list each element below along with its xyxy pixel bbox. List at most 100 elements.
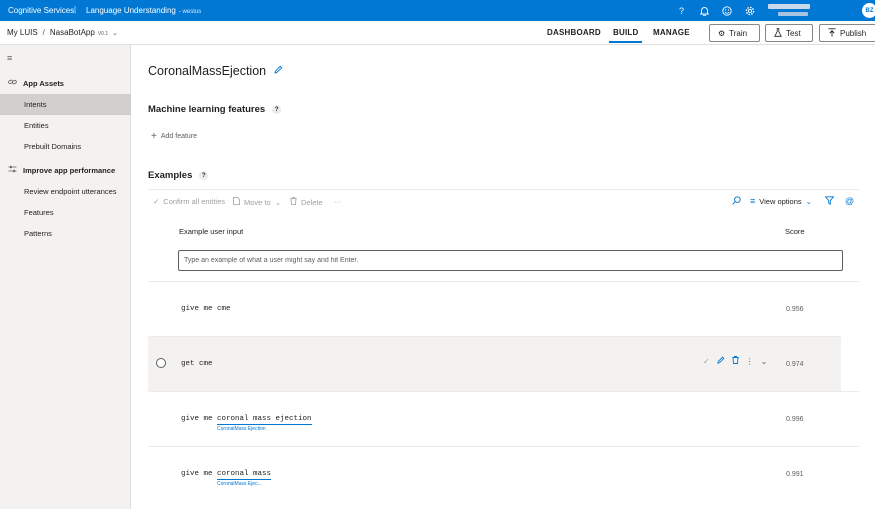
row-select-radio[interactable] bbox=[156, 358, 166, 368]
train-button[interactable]: ⚙ Train bbox=[709, 24, 760, 42]
breadcrumb-separator: / bbox=[42, 28, 45, 37]
test-label: Test bbox=[786, 28, 801, 38]
brand-label[interactable]: Cognitive Services bbox=[8, 6, 74, 15]
score-value: 0.956 bbox=[786, 306, 804, 313]
sliders-icon bbox=[8, 165, 17, 175]
view-options-label: View options bbox=[759, 196, 802, 206]
entity-span[interactable]: coronal mass CoronalMass Ejec... bbox=[217, 470, 272, 487]
suite-header: Cognitive Services | Language Understand… bbox=[0, 0, 875, 21]
tab-dashboard[interactable]: DASHBOARD bbox=[547, 28, 601, 37]
publish-label: Publish bbox=[840, 28, 867, 38]
score-value: 0.996 bbox=[786, 416, 804, 423]
utterance-text: get cme bbox=[181, 360, 213, 368]
help-icon[interactable]: ? bbox=[272, 105, 282, 114]
sidebar-item-entities[interactable]: Entities bbox=[0, 115, 131, 136]
sidebar-item-features[interactable]: Features bbox=[0, 202, 131, 223]
hamburger-icon[interactable]: ≡ bbox=[7, 53, 12, 63]
search-icon[interactable] bbox=[732, 196, 741, 205]
table-row[interactable]: give me coronal mass ejection CoronalMass… bbox=[148, 391, 859, 446]
example-utterance-input[interactable] bbox=[178, 250, 843, 271]
at-sign-icon[interactable]: @ bbox=[845, 196, 854, 206]
add-feature-label: Add feature bbox=[160, 133, 198, 140]
sidebar-item-patterns[interactable]: Patterns bbox=[0, 223, 131, 244]
filter-icon[interactable] bbox=[825, 196, 834, 205]
delete-button[interactable]: Delete bbox=[290, 197, 323, 207]
ml-features-heading: Machine learning features ? bbox=[148, 104, 282, 115]
gear-icon[interactable] bbox=[743, 4, 756, 17]
test-button[interactable]: Test bbox=[765, 24, 813, 42]
version-label: V0.1 bbox=[97, 31, 109, 37]
tab-build[interactable]: BUILD bbox=[609, 28, 643, 43]
breadcrumb: My LUIS / NasaBotApp V0.1 ⌄ bbox=[7, 28, 118, 37]
publish-button[interactable]: Publish bbox=[819, 24, 875, 42]
row-actions: ✓ ⋮ ⌄ bbox=[703, 356, 767, 366]
entity-label: CoronalMass Ejec... bbox=[217, 481, 262, 487]
app-assets-label: App Assets bbox=[23, 78, 64, 88]
train-label: Train bbox=[729, 28, 748, 38]
flask-icon bbox=[774, 27, 782, 39]
avatar[interactable]: BZ bbox=[862, 3, 875, 18]
chevron-down-icon: ⌄ bbox=[805, 196, 812, 206]
check-icon[interactable]: ✓ bbox=[703, 357, 710, 366]
score-value: 0.991 bbox=[786, 471, 804, 478]
bell-icon[interactable] bbox=[698, 4, 711, 17]
tab-manage[interactable]: MANAGE bbox=[653, 28, 690, 37]
check-icon: ✓ bbox=[153, 197, 160, 206]
more-options-button[interactable]: ··· bbox=[334, 197, 342, 206]
improve-label: Improve app performance bbox=[23, 165, 116, 175]
chevron-down-icon[interactable]: ⌄ bbox=[112, 30, 118, 37]
my-luis-link[interactable]: My LUIS bbox=[7, 28, 38, 37]
confirm-all-entities-button[interactable]: ✓ Confirm all entities bbox=[153, 197, 225, 206]
examples-title: Examples bbox=[148, 170, 193, 181]
table-row[interactable]: give me cme 0.956 bbox=[148, 281, 859, 336]
confirm-all-label: Confirm all entities bbox=[163, 197, 225, 206]
entity-text: coronal mass ejection bbox=[217, 415, 312, 423]
examples-toolbar: ✓ Confirm all entities Move to ⌄ Delete ··… bbox=[148, 189, 859, 211]
move-to-label: Move to bbox=[244, 197, 271, 207]
delete-label: Delete bbox=[301, 197, 323, 207]
help-icon[interactable]: ? bbox=[199, 171, 209, 180]
left-nav: ≡ App Assets Intents Entities Prebuilt D… bbox=[0, 45, 131, 509]
link-icon bbox=[8, 78, 17, 88]
sidebar-item-label: Patterns bbox=[24, 229, 52, 238]
ml-features-title: Machine learning features bbox=[148, 104, 266, 115]
app-title: Language Understanding - westus bbox=[86, 6, 201, 15]
app-name-link[interactable]: NasaBotApp bbox=[50, 28, 95, 37]
examples-heading: Examples ? bbox=[148, 170, 209, 181]
list-icon: ≡ bbox=[750, 196, 756, 206]
utterance-prefix: give me bbox=[181, 415, 218, 423]
utterance-text: give me coronal mass ejection CoronalMass… bbox=[181, 415, 312, 432]
sidebar-item-intents[interactable]: Intents bbox=[0, 94, 131, 115]
trash-icon bbox=[290, 197, 297, 207]
sidebar-item-label: Prebuilt Domains bbox=[24, 142, 82, 151]
smiley-icon[interactable] bbox=[720, 4, 733, 17]
main-content: CoronalMassEjection Machine learning fea… bbox=[132, 45, 875, 509]
sidebar-item-label: Entities bbox=[24, 121, 49, 130]
help-icon[interactable]: ? bbox=[675, 4, 688, 17]
pencil-icon[interactable] bbox=[717, 356, 725, 366]
sidebar-item-label: Review endpoint utterances bbox=[24, 187, 117, 196]
more-vertical-icon[interactable]: ⋮ bbox=[746, 357, 754, 366]
column-header-score[interactable]: Score bbox=[785, 227, 805, 236]
page-title: CoronalMassEjection bbox=[148, 64, 283, 78]
region-label: - westus bbox=[178, 9, 202, 15]
utterance-text: give me coronal mass CoronalMass Ejec... bbox=[181, 470, 272, 487]
app-title-text: Language Understanding bbox=[86, 6, 176, 15]
app-navbar: My LUIS / NasaBotApp V0.1 ⌄ DASHBOARD BUILD … bbox=[0, 21, 875, 45]
header-separator: | bbox=[74, 5, 77, 14]
table-row[interactable]: get cme ✓ ⋮ ⌄ 0.974 bbox=[148, 336, 841, 391]
entity-span[interactable]: coronal mass ejection CoronalMass Ejectio… bbox=[217, 415, 312, 432]
add-feature-button[interactable]: + Add feature bbox=[151, 131, 197, 142]
sidebar-item-review-endpoint-utterances[interactable]: Review endpoint utterances bbox=[0, 181, 131, 202]
document-icon bbox=[233, 197, 240, 207]
chevron-down-icon: ⌄ bbox=[274, 197, 281, 207]
move-to-button[interactable]: Move to ⌄ bbox=[233, 197, 281, 207]
trash-icon[interactable] bbox=[732, 356, 739, 366]
plus-icon: + bbox=[151, 131, 157, 142]
view-options-button[interactable]: ≡ View options ⌄ bbox=[750, 196, 812, 206]
table-row[interactable]: give me coronal mass CoronalMass Ejec... … bbox=[148, 446, 859, 501]
sidebar-item-prebuilt-domains[interactable]: Prebuilt Domains bbox=[0, 136, 131, 157]
pencil-icon[interactable] bbox=[274, 65, 283, 77]
account-email-redacted bbox=[778, 12, 808, 16]
chevron-down-icon[interactable]: ⌄ bbox=[761, 357, 768, 366]
